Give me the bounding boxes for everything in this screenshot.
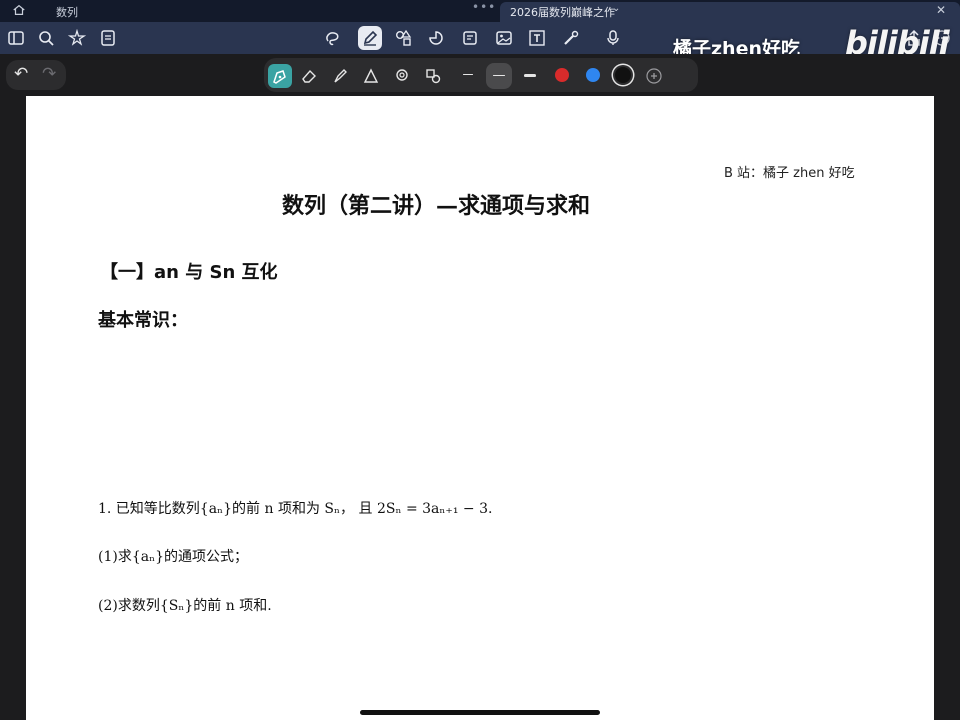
search-icon[interactable] — [35, 27, 57, 49]
color-blue[interactable] — [586, 68, 600, 82]
tab-active-label: 2026届数列巅峰之作 — [510, 6, 615, 19]
document-page[interactable]: B 站：橘子 zhen 好吃 数列（第二讲）—求通项与求和 【一】an 与 Sn… — [26, 96, 934, 720]
microphone-icon[interactable] — [602, 27, 624, 49]
tab-active-document[interactable]: 2026届数列巅峰之作 ⌄ ✕ — [500, 2, 960, 22]
element-tool-icon[interactable] — [421, 64, 445, 88]
tab-shulie[interactable]: 数列 — [56, 4, 78, 20]
bookmark-icon[interactable] — [66, 27, 88, 49]
problem-statement: 1. 已知等比数列{aₙ}的前 n 项和为 Sₙ， 且 2Sₙ = 3aₙ₊₁ … — [98, 501, 493, 517]
pen-toolbar-row: ↶ ↷ — [0, 54, 960, 96]
pen-tools-group — [264, 58, 698, 92]
fountain-pen-icon[interactable] — [268, 64, 292, 88]
sticker-icon[interactable] — [425, 27, 447, 49]
text-box-icon[interactable] — [526, 27, 548, 49]
redo-icon[interactable]: ↷ — [42, 64, 56, 84]
undo-icon[interactable]: ↶ — [14, 64, 28, 84]
color-black-selected[interactable] — [615, 67, 631, 83]
export-icon[interactable] — [97, 27, 119, 49]
laser-pointer-icon[interactable] — [560, 27, 582, 49]
add-color-icon[interactable] — [642, 64, 666, 88]
lasso-tool-icon[interactable] — [390, 64, 414, 88]
shapes-icon[interactable] — [392, 27, 414, 49]
stroke-medium — [493, 75, 505, 76]
basics-heading: 基本常识： — [98, 310, 188, 331]
page-title: 数列（第二讲）—求通项与求和 — [282, 193, 591, 219]
sidebar-toggle-icon[interactable] — [5, 27, 27, 49]
color-red[interactable] — [555, 68, 569, 82]
image-icon[interactable] — [493, 27, 515, 49]
sticky-note-icon[interactable] — [459, 27, 481, 49]
pen-mode-icon[interactable] — [358, 26, 382, 50]
eraser-icon[interactable] — [297, 64, 321, 88]
author-credit: B 站：橘子 zhen 好吃 — [724, 166, 855, 181]
main-toolbar — [0, 22, 960, 54]
problem-part-1: (1)求{aₙ}的通项公式； — [98, 549, 249, 565]
shape-tool-icon[interactable] — [359, 64, 383, 88]
section-heading: 【一】an 与 Sn 互化 — [100, 262, 278, 283]
lasso-icon[interactable] — [322, 27, 344, 49]
chevron-down-icon[interactable]: ⌄ — [612, 3, 620, 14]
tab-overflow-dots[interactable]: ••• — [472, 0, 496, 14]
stroke-medium-selected[interactable] — [486, 63, 512, 89]
stroke-thick[interactable] — [524, 74, 536, 77]
problem-part-2: (2)求数列{Sₙ}的前 n 项和. — [98, 598, 272, 614]
close-icon[interactable]: ✕ — [936, 3, 946, 17]
home-icon[interactable] — [12, 3, 28, 19]
stroke-thin[interactable] — [463, 74, 473, 75]
home-indicator[interactable] — [360, 710, 600, 715]
highlighter-icon[interactable] — [328, 64, 352, 88]
tab-bar: 数列 ••• 2026届数列巅峰之作 ⌄ ✕ — [0, 0, 960, 22]
undo-redo-group: ↶ ↷ — [6, 60, 66, 90]
